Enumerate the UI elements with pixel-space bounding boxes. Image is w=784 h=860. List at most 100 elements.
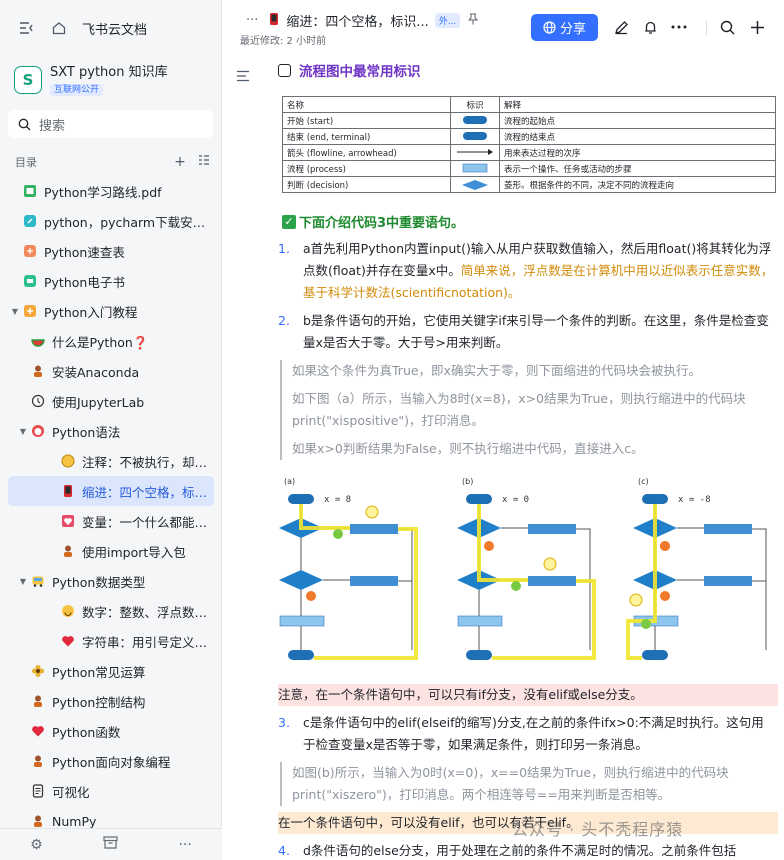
- toc-view-icon[interactable]: [195, 154, 213, 170]
- sidebar-item-label: Python面向对象编程: [52, 754, 171, 770]
- sidebar-item[interactable]: 变量：一个什么都能装...: [8, 506, 214, 536]
- panel-condition: x = 0: [502, 495, 529, 505]
- sidebar-item-label: Python速查表: [44, 244, 125, 260]
- more-icon[interactable]: ···: [178, 837, 191, 853]
- doc-title[interactable]: 缩进：四个空格，标识...: [286, 11, 428, 30]
- false-cross-marker: [484, 541, 494, 551]
- lightbulb-icon: [629, 593, 643, 607]
- sidebar-item[interactable]: 数字：整数、浮点数、...: [8, 596, 214, 626]
- sidebar-search[interactable]: 搜索: [8, 110, 213, 138]
- link-icon: [22, 213, 38, 229]
- expand-arrow-icon[interactable]: ▼: [16, 427, 30, 436]
- sidebar-item[interactable]: Python电子书: [8, 266, 214, 296]
- pin-icon[interactable]: [468, 13, 479, 28]
- highlight-note-1: 注意，在一个条件语句中，可以只有if分支，没有elif或else分支。: [278, 684, 778, 706]
- sidebar-item[interactable]: 缩进：四个空格，标识...: [8, 476, 214, 506]
- sidebar-item[interactable]: Python面向对象编程: [8, 746, 214, 776]
- quote-line: 如下图（a）所示，当输入为8时(x=8)，x>0结果为True，则执行缩进中的代…: [292, 391, 746, 428]
- search-icon[interactable]: [718, 18, 736, 36]
- list-number: 1.: [278, 241, 290, 256]
- flowchart-symbol-table: 名称 标识 解释 开始 (start) 流程的起始点 结束 (end, termin…: [282, 96, 776, 193]
- end-terminal: [466, 650, 492, 660]
- sidebar-item[interactable]: 使用JupyterLab: [8, 386, 214, 416]
- sidebar-item-label: Python常见运算: [52, 664, 146, 680]
- phone-icon: [60, 483, 76, 499]
- person-icon: [30, 363, 46, 379]
- table-row: 流程 (process) 表示一个操作、任务或活动的步骤: [282, 160, 776, 177]
- todo-checkbox[interactable]: [278, 63, 291, 77]
- symbol-shape-decision: [450, 176, 500, 193]
- phone-icon: [268, 12, 280, 30]
- check-mark-icon: ✓: [282, 214, 296, 229]
- expand-arrow-icon[interactable]: ▼: [8, 307, 22, 316]
- pdf-icon: [22, 183, 38, 199]
- sidebar-item[interactable]: python，pycharm下载安装教...: [8, 206, 214, 236]
- sidebar-item-label: 什么是Python❓: [52, 334, 149, 350]
- home-icon[interactable]: [50, 19, 68, 37]
- sidebar-item[interactable]: ▼ Python语法: [8, 416, 214, 446]
- symbol-shape-arrow: [450, 144, 500, 161]
- quote-block-2: 如图(b)所示，当输入为0时(x=0)，x==0结果为True，则执行缩进中的代…: [280, 762, 778, 806]
- share-button[interactable]: 分享: [531, 14, 598, 41]
- breadcrumb-more[interactable]: ···: [246, 13, 258, 28]
- list-item-4: 4. d条件语句的else分支，用于处理在之前的条件不满足时的情况。之前条件包括: [278, 840, 774, 860]
- sidebar-item[interactable]: 使用import导入包: [8, 536, 214, 566]
- person-icon: [30, 813, 46, 829]
- outline-icon[interactable]: [236, 70, 254, 86]
- start-terminal: [642, 494, 668, 504]
- sidebar-item[interactable]: 字符串：用引号定义的...: [8, 626, 214, 656]
- heart-icon: [60, 633, 76, 649]
- table-row: 判断 (decision) 菱形。根据条件的不同，决定不同的流程走向: [282, 176, 776, 193]
- new-icon[interactable]: [748, 18, 766, 36]
- person-icon: [60, 543, 76, 559]
- sidebar-item[interactable]: 安装Anaconda: [8, 356, 214, 386]
- symbol-desc-cell: 用来表达过程的次序: [499, 144, 776, 161]
- table-row: 结束 (end, terminal) 流程的结束点: [282, 128, 776, 145]
- settings-icon[interactable]: ⚙: [30, 837, 43, 853]
- app-name[interactable]: 飞书云文档: [82, 19, 147, 38]
- sidebar-item-label: 安装Anaconda: [52, 364, 140, 380]
- bell-icon[interactable]: [641, 18, 659, 36]
- more-options-icon[interactable]: [670, 18, 688, 36]
- flow-arrow: [576, 528, 591, 650]
- header-divider: [706, 20, 707, 36]
- sidebar-item[interactable]: 什么是Python❓: [8, 326, 214, 356]
- flow-arrow: [752, 528, 767, 650]
- smile-icon: [60, 603, 76, 619]
- sidebar-item[interactable]: ▼ Python数据类型: [8, 566, 214, 596]
- edit-icon[interactable]: [612, 18, 630, 36]
- flowchart-panel: (a) x = 8: [279, 477, 418, 660]
- sidebar-item-label: NumPy: [52, 813, 97, 829]
- sidebar-item[interactable]: Python控制结构: [8, 686, 214, 716]
- search-icon: [18, 118, 31, 130]
- sidebar-item[interactable]: 可视化: [8, 776, 214, 806]
- flowchart-panel: (c) x = -8: [626, 477, 767, 660]
- list-item-text: c是条件语句中的elif(elseif的缩写)分支,在之前的条件ifx>0:不满…: [303, 715, 764, 752]
- table-header-cell: 名称: [282, 96, 451, 113]
- sidebar-item[interactable]: Python函数: [8, 716, 214, 746]
- person-icon: [30, 753, 46, 769]
- symbol-shape-terminal: [450, 112, 500, 129]
- sidebar-item-label: 字符串：用引号定义的...: [82, 634, 214, 650]
- add-icon[interactable]: +: [171, 154, 189, 170]
- sidebar-item-label: python，pycharm下载安装教...: [44, 214, 214, 230]
- end-terminal: [288, 650, 314, 660]
- sidebar-item[interactable]: Python常见运算: [8, 656, 214, 686]
- sidebar-item[interactable]: 注释：不被执行，却很...: [8, 446, 214, 476]
- knowledge-base-header[interactable]: S SXT python 知识库 互联网公开: [14, 62, 214, 98]
- archive-icon[interactable]: [103, 836, 118, 853]
- sidebar-item[interactable]: Python速查表: [8, 236, 214, 266]
- sidebar-item-label: 使用import导入包: [82, 544, 186, 560]
- heart-box-icon: [60, 513, 76, 529]
- list-number: 3.: [278, 715, 290, 730]
- person-icon: [30, 693, 46, 709]
- sidebar-item[interactable]: ▼ Python入门教程: [8, 296, 214, 326]
- sidebar-item[interactable]: Python学习路线.pdf: [8, 176, 214, 206]
- expand-arrow-icon[interactable]: ▼: [16, 577, 30, 586]
- coin-icon: [60, 453, 76, 469]
- sidebar-item-label: Python电子书: [44, 274, 125, 290]
- collapse-sidebar-icon[interactable]: [18, 19, 36, 37]
- share-label: 分享: [559, 22, 586, 37]
- toc-label: 目录: [15, 156, 37, 169]
- breadcrumb: ··· 缩进：四个空格，标识... 外...: [246, 11, 479, 30]
